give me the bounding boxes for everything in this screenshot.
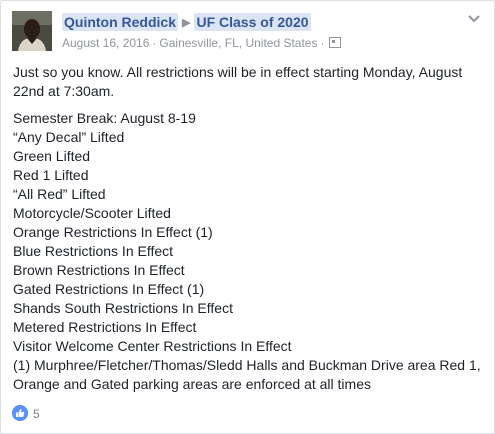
list-item: Shands South Restrictions In Effect (13, 300, 233, 316)
list-item: Orange Restrictions In Effect (1) (13, 224, 213, 240)
list-item: Red 1 Lifted (13, 167, 89, 183)
list-item: (1) Murphree/Fletcher/Thomas/Sledd Halls… (13, 357, 481, 392)
list-item: Semester Break: August 8-19 (13, 110, 196, 126)
post-card: Quinton Reddick ▶ UF Class of 2020 August … (0, 0, 495, 434)
chevron-down-icon[interactable] (467, 14, 481, 24)
list-item: Motorcycle/Scooter Lifted (13, 205, 171, 221)
post-body: Just so you know. All restrictions will … (13, 63, 483, 394)
meta-separator: · (152, 36, 157, 50)
like-icon (12, 405, 28, 421)
author-name[interactable]: Quinton Reddick (62, 13, 178, 31)
group-icon (329, 37, 342, 48)
list-item: Green Lifted (13, 148, 91, 164)
post-date[interactable]: August 16, 2016 (62, 36, 149, 50)
post-meta: August 16, 2016 · Gainesville, FL, United … (62, 36, 342, 50)
meta-separator: · (320, 36, 325, 50)
post-title-line: Quinton Reddick ▶ UF Class of 2020 (62, 13, 311, 31)
list-item: “All Red” Lifted (13, 186, 106, 202)
post-intro: Just so you know. All restrictions will … (13, 64, 463, 99)
list-item: Blue Restrictions In Effect (13, 243, 174, 259)
list-item: Visitor Welcome Center Restrictions In E… (13, 338, 292, 354)
separator-icon: ▶ (182, 17, 191, 29)
like-count[interactable]: 5 (33, 407, 40, 421)
list-item: Brown Restrictions In Effect (13, 262, 185, 278)
restriction-list: Semester Break: August 8-19 “Any Decal” … (13, 109, 483, 394)
avatar[interactable] (12, 11, 52, 51)
list-item: “Any Decal” Lifted (13, 129, 125, 145)
post-header: Quinton Reddick ▶ UF Class of 2020 August … (12, 11, 484, 55)
list-item: Gated Restrictions In Effect (1) (13, 281, 205, 297)
group-name[interactable]: UF Class of 2020 (194, 13, 311, 31)
list-item: Metered Restrictions In Effect (13, 319, 197, 335)
post-location[interactable]: Gainesville, FL, United States (159, 36, 317, 50)
